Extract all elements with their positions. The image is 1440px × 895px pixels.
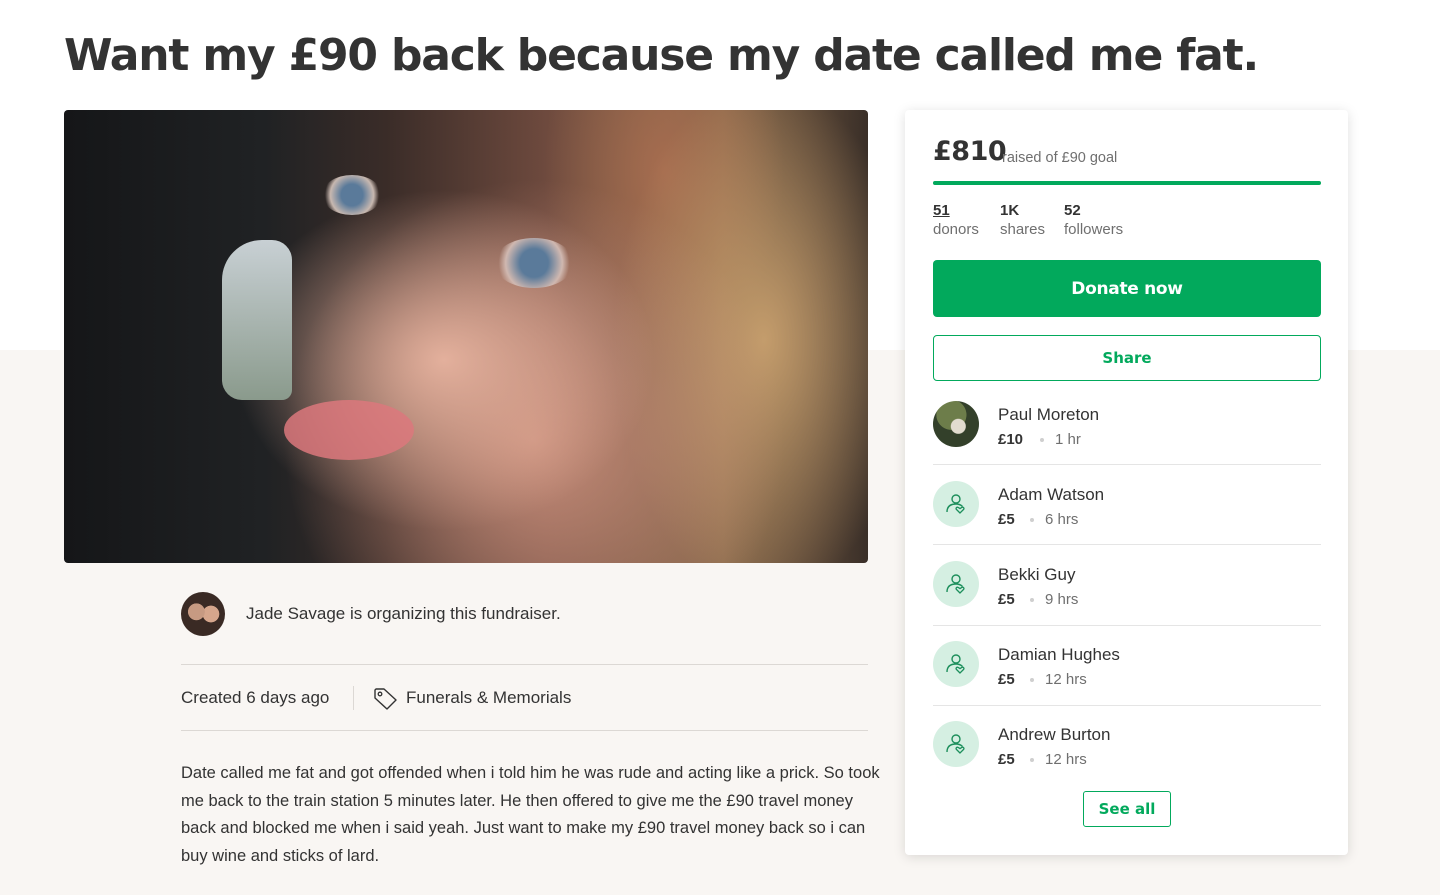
stat-followers: 52 followers	[1064, 202, 1123, 238]
stat-donors[interactable]: 51 donors	[933, 202, 979, 238]
divider	[181, 730, 868, 731]
donor-heart-icon	[933, 641, 979, 687]
donor-item: Adam Watson £5 6 hrs	[933, 473, 1321, 553]
divider	[181, 664, 868, 665]
donor-heart-icon	[933, 721, 979, 767]
donor-time: 9 hrs	[1045, 591, 1079, 608]
donor-time: 12 hrs	[1045, 671, 1087, 688]
donor-time: 6 hrs	[1045, 511, 1079, 528]
campaign-story: Date called me fat and got offended when…	[181, 764, 880, 865]
separator-dot	[1030, 678, 1034, 682]
stat-value: 1K	[1000, 202, 1020, 219]
donor-item: Andrew Burton £5 12 hrs	[933, 713, 1321, 793]
progress-bar-fill	[933, 181, 1321, 185]
donor-amount: £5	[998, 591, 1015, 608]
separator-dot	[1040, 438, 1044, 442]
stat-label: donors	[933, 221, 979, 238]
stat-value: 52	[1064, 202, 1081, 219]
stat-shares: 1K shares	[1000, 202, 1045, 238]
donor-item: Paul Moreton £10 1 hr	[933, 393, 1321, 473]
donor-item: Bekki Guy £5 9 hrs	[933, 553, 1321, 633]
organizer-avatar[interactable]	[181, 592, 225, 636]
stat-value[interactable]: 51	[933, 202, 979, 219]
donor-amount: £5	[998, 751, 1015, 768]
image-detail	[322, 175, 382, 215]
car-window	[222, 240, 292, 400]
donor-time: 1 hr	[1055, 431, 1081, 448]
donate-now-button[interactable]: Donate now	[933, 260, 1321, 317]
donor-separator	[933, 625, 1321, 626]
raised-goal-label: raised of £90 goal	[1002, 150, 1118, 166]
donor-separator	[933, 464, 1321, 465]
donor-name: Damian Hughes	[998, 645, 1120, 664]
separator-dot	[1030, 598, 1034, 602]
donor-separator	[933, 544, 1321, 545]
progress-bar	[933, 181, 1321, 185]
donor-name: Paul Moreton	[998, 405, 1100, 424]
donor-name: Adam Watson	[998, 485, 1105, 504]
category-link[interactable]: Funerals & Memorials	[406, 688, 571, 708]
share-button[interactable]: Share	[933, 335, 1321, 381]
stat-label: shares	[1000, 221, 1046, 238]
tag-icon	[374, 688, 397, 710]
organizer-text: Jade Savage is organizing this fundraise…	[246, 604, 561, 623]
image-detail	[494, 238, 574, 288]
donor-heart-icon	[933, 561, 979, 607]
campaign-hero-image	[64, 110, 868, 563]
raised-amount: £810	[933, 136, 1007, 167]
donor-heart-icon	[933, 481, 979, 527]
donation-sidebar: £810 raised of £90 goal 51 donors 1K sha…	[905, 110, 1348, 855]
donor-name: Bekki Guy	[998, 565, 1076, 584]
stat-label: followers	[1064, 221, 1124, 238]
donor-time: 12 hrs	[1045, 751, 1087, 768]
image-detail	[284, 400, 414, 460]
donor-amount: £5	[998, 511, 1015, 528]
donor-separator	[933, 705, 1321, 706]
donor-item: Damian Hughes £5 12 hrs	[933, 633, 1321, 713]
meta-separator	[353, 686, 354, 710]
created-date: Created 6 days ago	[181, 688, 330, 707]
donor-amount: £5	[998, 671, 1015, 688]
see-all-button[interactable]: See all	[1083, 791, 1171, 827]
donor-amount: £10	[998, 431, 1024, 448]
donor-avatar	[933, 401, 979, 447]
campaign-title: Want my £90 back because my date called …	[64, 30, 1259, 81]
separator-dot	[1030, 518, 1034, 522]
donor-name: Andrew Burton	[998, 725, 1111, 744]
separator-dot	[1030, 758, 1034, 762]
